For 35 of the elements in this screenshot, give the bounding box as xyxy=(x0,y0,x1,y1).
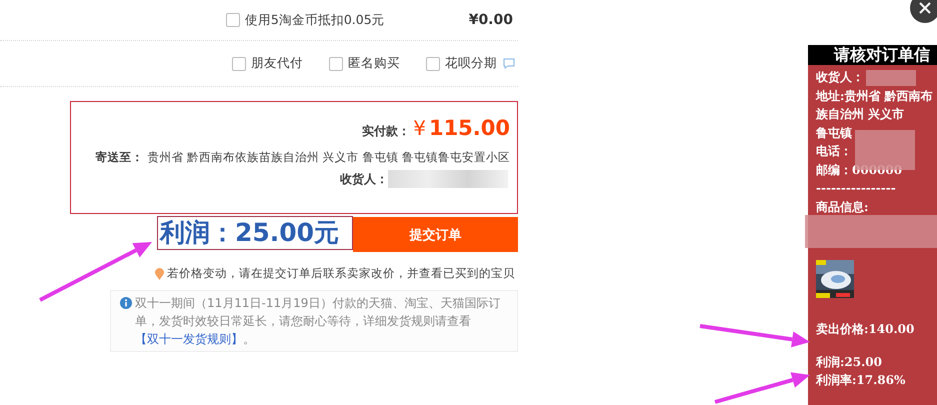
panel-text: 电话： xyxy=(816,143,852,160)
address: 贵州省 黔西南布依族苗族自治州 兴义市 鲁屯镇 鲁屯镇鲁屯安置小区 xyxy=(147,150,510,165)
panel-text: 利润:25.00 xyxy=(816,354,882,370)
panel-text: ---------------- xyxy=(816,180,896,197)
rules-link[interactable]: 【双十一发货规则】 xyxy=(135,332,243,346)
panel-title: 请核对订单信 xyxy=(808,45,937,65)
info-icon xyxy=(120,297,132,309)
panel-text: 利润率:17.86% xyxy=(816,372,906,389)
panel-text: 邮编：000000 xyxy=(816,162,902,178)
panel-text: 地址:贵州省 黔西南布 xyxy=(816,88,933,104)
option-label[interactable]: 使用5淘金币抵扣0.05元 xyxy=(244,12,385,28)
notice-text: 双十一期间（11月11日-11月19日）付款的天猫、淘宝、天猫国际订单，发货时效较日常延长，请您耐心等待，详细发货规则请查看 【双十一发货规则】。 xyxy=(135,295,502,348)
checkbox[interactable] xyxy=(329,56,343,70)
paid-amount: 115.00 xyxy=(428,116,510,140)
receiver-label: 收货人： xyxy=(340,170,388,188)
panel-text: 卖出价格:140.00 xyxy=(816,321,914,338)
pin-icon xyxy=(155,268,164,280)
currency-sign: ¥ xyxy=(413,116,426,140)
checkbox[interactable] xyxy=(232,56,246,70)
checkbox[interactable] xyxy=(226,13,240,27)
panel-text: 鲁屯镇 xyxy=(816,124,852,142)
panel-text: 商品信息: xyxy=(816,198,868,216)
chat-icon[interactable] xyxy=(503,58,515,69)
paid-label: 实付款： xyxy=(362,123,410,140)
profit-note: 利润：25.00元 xyxy=(157,216,353,250)
panel-text: 收货人： xyxy=(816,69,864,86)
checkbox[interactable] xyxy=(426,56,440,70)
discount-amount: ¥0.00 xyxy=(468,12,513,28)
ship-label: 寄送至： xyxy=(95,150,144,165)
blur-patch xyxy=(866,70,916,86)
price-tip: 若价格变动，请在提交订单后联系卖家改价，并查看已买到的宝贝 xyxy=(167,266,515,281)
option-label[interactable]: 花呗分期 xyxy=(445,55,497,72)
option-label[interactable]: 朋友代付 xyxy=(251,55,303,72)
option-label[interactable]: 匿名购买 xyxy=(348,55,400,72)
panel-text: 族自治州 兴义市 xyxy=(816,106,904,123)
